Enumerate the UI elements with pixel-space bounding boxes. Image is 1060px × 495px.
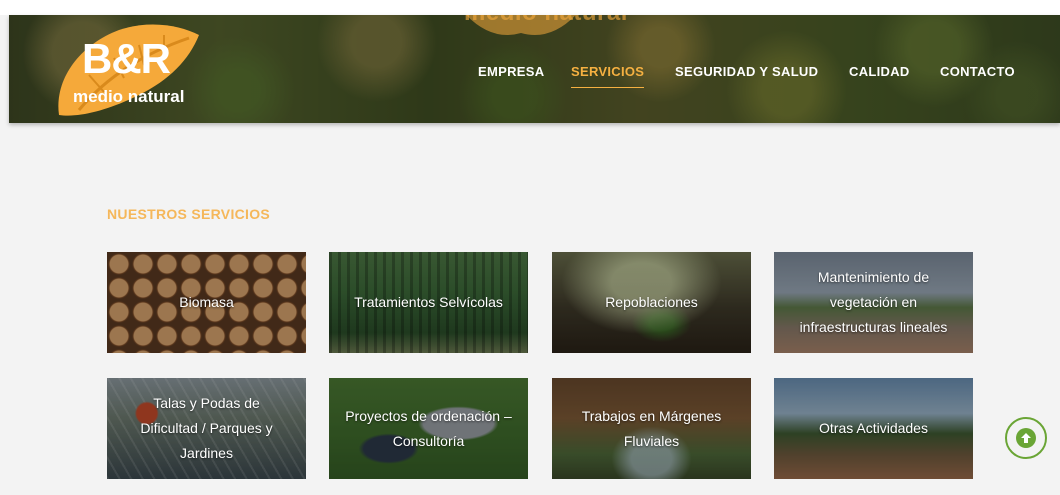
service-card-label: Repoblaciones [605, 294, 698, 310]
site-logo[interactable]: B&R medio natural [49, 20, 209, 120]
service-card-otras[interactable]: Otras Actividades [774, 378, 973, 479]
arrow-up-glyph [1021, 433, 1031, 443]
nav-item-servicios-label: SERVICIOS [571, 64, 645, 79]
service-card-label: Biomasa [179, 294, 234, 310]
service-card-label: Proyectos de ordenación – Consultoría [345, 407, 512, 449]
nav-active-underline [571, 87, 645, 88]
ghost-logo-text: medio natural [464, 15, 628, 27]
top-strip [0, 0, 1060, 15]
service-card-mantenimiento[interactable]: Mantenimiento de vegetación en infraestr… [774, 252, 973, 353]
service-card-label: Talas y Podas de Dificultad / Parques y … [140, 395, 273, 461]
service-card-repoblaciones[interactable]: Repoblaciones [552, 252, 751, 353]
section-title: NUESTROS SERVICIOS [107, 206, 271, 222]
service-card-biomasa[interactable]: Biomasa [107, 252, 306, 353]
service-card-proyectos[interactable]: Proyectos de ordenación – Consultoría [329, 378, 528, 479]
nav-item-empresa[interactable]: EMPRESA [478, 64, 544, 79]
nav-item-contacto[interactable]: CONTACTO [940, 64, 1015, 79]
service-card-label: Trabajos en Márgenes Fluviales [581, 407, 722, 449]
nav-item-seguridad[interactable]: SEGURIDAD Y SALUD [675, 64, 818, 79]
site-header: medio natural B&R medio natural EMPRESA … [9, 15, 1060, 123]
arrow-up-icon [1016, 428, 1036, 448]
scroll-top-button[interactable] [1005, 417, 1047, 459]
service-card-label: Otras Actividades [819, 420, 928, 436]
logo-sub-text: medio natural [73, 87, 185, 106]
service-card-tratamientos[interactable]: Tratamientos Selvícolas [329, 252, 528, 353]
service-card-talas[interactable]: Talas y Podas de Dificultad / Parques y … [107, 378, 306, 479]
service-card-label: Mantenimiento de vegetación en infraestr… [799, 269, 948, 335]
nav-item-calidad[interactable]: CALIDAD [849, 64, 910, 79]
nav-item-servicios[interactable]: SERVICIOS [571, 64, 645, 88]
logo-main-text: B&R [82, 35, 171, 82]
service-card-trabajos[interactable]: Trabajos en Márgenes Fluviales [552, 378, 751, 479]
service-card-label: Tratamientos Selvícolas [354, 294, 503, 310]
